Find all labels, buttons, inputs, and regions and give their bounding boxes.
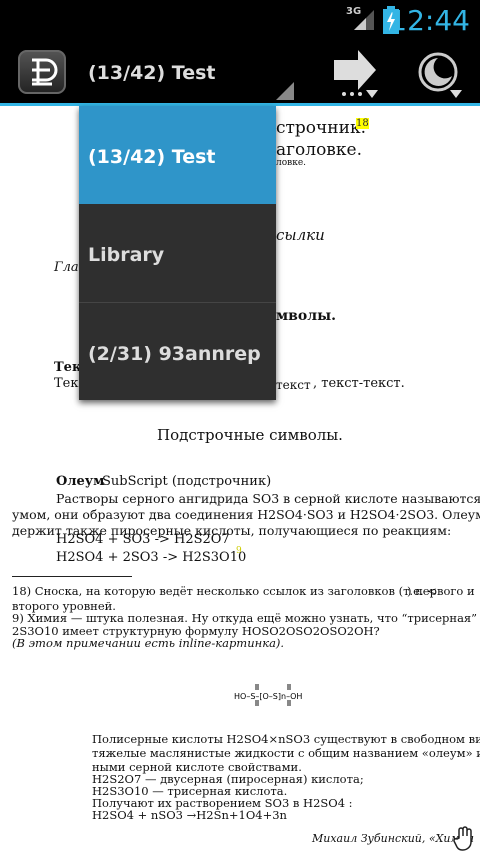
dropdown-item-library[interactable]: Library xyxy=(79,204,276,302)
paragraph-line: умом, они образуют два соединения H2SO4·… xyxy=(12,507,480,522)
paragraph-line: Растворы серного ангидрида SO3 в серной … xyxy=(56,491,480,506)
spinner-indicator-icon xyxy=(276,82,294,100)
book-switcher-dropdown: (13/42) Test Library (2/31) 93annrep xyxy=(79,106,276,400)
equation: H2SO4 + 2SO3 -> H2S3O10 xyxy=(56,550,247,565)
footnote-divider xyxy=(12,576,132,577)
footnote-text: (В этом примечании есть inline-картинка)… xyxy=(12,636,285,650)
signal-icon xyxy=(354,10,374,30)
term-subtitle: SubScript (подстрочник) xyxy=(102,474,272,489)
footnote-link-9[interactable]: 9 xyxy=(236,546,242,556)
dropdown-item-label: Library xyxy=(88,244,165,266)
arrow-right-icon xyxy=(334,50,378,98)
equation: H2SO4 + SO3 -> H2S2O7 xyxy=(56,532,230,547)
navigate-button[interactable] xyxy=(330,46,390,100)
footnote-text: ) первого и xyxy=(407,584,475,598)
text-fragment: ловке. xyxy=(276,158,307,168)
app-logo-icon[interactable] xyxy=(18,50,66,94)
paragraph-line: тяжелые маслянистые жидкости с общим наз… xyxy=(92,746,480,760)
hand-cursor-icon xyxy=(453,826,472,851)
night-mode-button[interactable] xyxy=(412,46,472,100)
book-title[interactable]: (13/42) Test xyxy=(88,62,216,84)
text-fragment: аголовке. xyxy=(276,140,362,160)
footnote-text: 18) Сноска, на которую ведёт несколько с… xyxy=(12,584,437,598)
paragraph-line: H2SO4 + nSO3 →H2Sn+1O4+3n xyxy=(92,808,287,822)
footnote-text: 9) Химия — штука полезная. Ну откуда ещё… xyxy=(12,611,480,625)
text-fragment: , текст-текст. xyxy=(313,376,405,391)
page-signature: Михаил Зубинский, «Химия xyxy=(312,832,474,845)
dropdown-item-current-book[interactable]: (13/42) Test xyxy=(79,106,276,204)
dropdown-item-label: (13/42) Test xyxy=(88,146,216,168)
dropdown-item-label: (2/31) 93annrep xyxy=(88,343,261,365)
text-fragment: мволы. xyxy=(276,308,337,324)
structural-formula-image: HO–S–[O–S]n–OH xyxy=(234,684,302,706)
term-bold: Олеум xyxy=(56,474,105,489)
formula-text: HO–S–[O–S]n–OH xyxy=(234,692,302,701)
action-bar: (13/42) Test xyxy=(0,38,480,106)
dropdown-item-other-book[interactable]: (2/31) 93annrep xyxy=(79,303,276,401)
moon-icon xyxy=(418,52,462,98)
footnote-link-18[interactable]: 18 xyxy=(356,118,369,129)
text-fragment: строчник. xyxy=(276,118,366,138)
paragraph-line: Полисерные кислоты H2SO4×nSO3 существуют… xyxy=(92,732,480,746)
text-fragment: сылки xyxy=(276,226,325,244)
text-fragment: текст xyxy=(276,378,311,392)
status-bar: 3G 12:44 xyxy=(0,0,480,38)
clock: 12:44 xyxy=(389,4,470,37)
section-heading: Подстрочные символы. xyxy=(157,426,343,444)
